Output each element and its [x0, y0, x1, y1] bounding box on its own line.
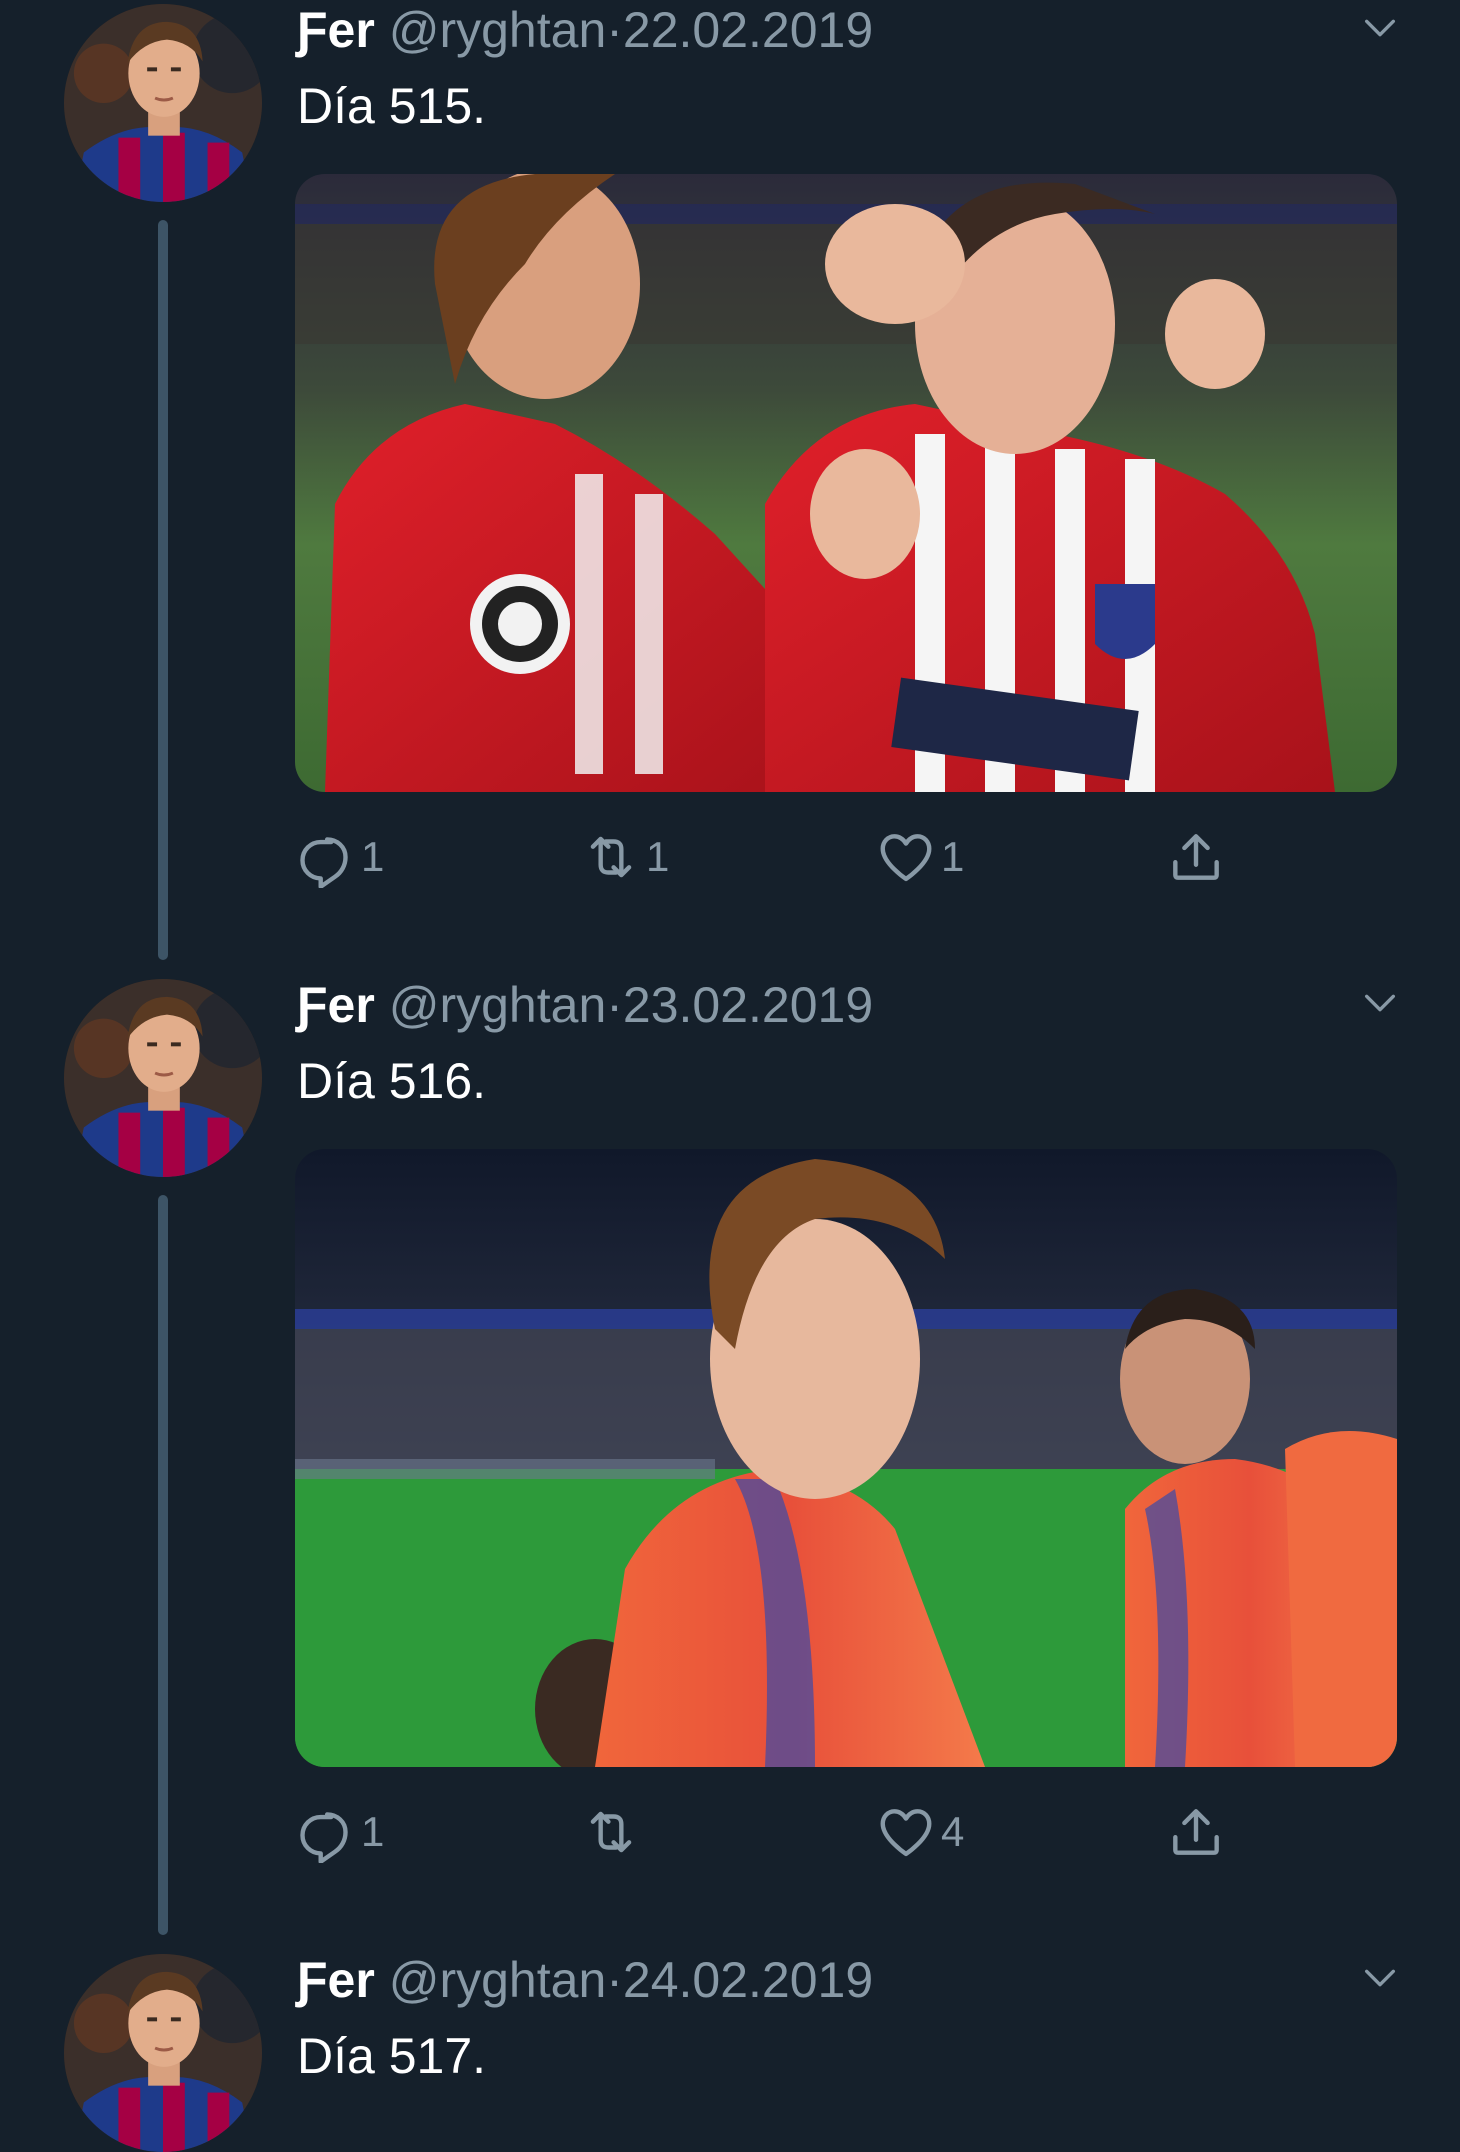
heart-icon: [875, 1801, 937, 1863]
tweet-date[interactable]: 23.02.2019: [623, 977, 873, 1033]
like-count: 1: [941, 833, 965, 880]
user-handle[interactable]: @ryghtan: [389, 1952, 607, 2008]
reply-button[interactable]: 1: [295, 822, 384, 892]
tweet[interactable]: Ƒer @ryghtan·23.02.2019 Día 516. 1 4: [0, 975, 1460, 1950]
thread-line: [158, 220, 168, 960]
user-handle[interactable]: @ryghtan: [389, 2, 607, 58]
separator-dot: ·: [606, 977, 623, 1033]
separator-dot: ·: [606, 1952, 623, 2008]
retweet-button[interactable]: [580, 1797, 646, 1867]
tweet-text: Día 517.: [297, 2028, 487, 2084]
avatar[interactable]: [64, 1954, 262, 2152]
thread-line: [158, 1195, 168, 1935]
chevron-down-icon[interactable]: [1360, 8, 1400, 48]
chevron-down-icon[interactable]: [1360, 983, 1400, 1023]
reply-button[interactable]: 1: [295, 1797, 384, 1867]
retweet-icon: [580, 826, 642, 888]
chevron-down-icon[interactable]: [1360, 1958, 1400, 1998]
like-count: 4: [941, 1808, 965, 1855]
reply-icon: [295, 826, 357, 888]
tweet-header: Ƒer @ryghtan·24.02.2019: [297, 1952, 873, 2008]
tweet[interactable]: Ƒer @ryghtan·24.02.2019 Día 517.: [0, 1950, 1460, 2105]
avatar-image: [64, 979, 262, 1177]
retweet-count: 1: [646, 833, 670, 880]
tweet-text: Día 515.: [297, 78, 487, 134]
reply-icon: [295, 1801, 357, 1863]
media-photo: [295, 1149, 1397, 1767]
reply-count: 1: [361, 1808, 385, 1855]
display-name[interactable]: Ƒer: [297, 977, 375, 1033]
display-name[interactable]: Ƒer: [297, 1952, 375, 2008]
like-button[interactable]: 4: [875, 1797, 964, 1867]
tweet-actions: 1 1 1: [295, 822, 1397, 892]
avatar[interactable]: [64, 4, 262, 202]
retweet-button[interactable]: 1: [580, 822, 669, 892]
avatar-image: [64, 4, 262, 202]
tweet[interactable]: Ƒer @ryghtan·22.02.2019 Día 515. 1 1 1: [0, 0, 1460, 975]
separator-dot: ·: [606, 2, 623, 58]
heart-icon: [875, 826, 937, 888]
share-icon: [1165, 826, 1227, 888]
tweet-text: Día 516.: [297, 1053, 487, 1109]
tweet-actions: 1 4: [295, 1797, 1397, 1867]
tweet-media[interactable]: [295, 174, 1397, 792]
tweet-header: Ƒer @ryghtan·23.02.2019: [297, 977, 873, 1033]
tweet-date[interactable]: 22.02.2019: [623, 2, 873, 58]
like-button[interactable]: 1: [875, 822, 964, 892]
share-button[interactable]: [1165, 1797, 1227, 1867]
media-photo: [295, 174, 1397, 792]
avatar-image: [64, 1954, 262, 2152]
user-handle[interactable]: @ryghtan: [389, 977, 607, 1033]
reply-count: 1: [361, 833, 385, 880]
share-button[interactable]: [1165, 822, 1227, 892]
retweet-icon: [580, 1801, 642, 1863]
tweet-date[interactable]: 24.02.2019: [623, 1952, 873, 2008]
display-name[interactable]: Ƒer: [297, 2, 375, 58]
tweet-media[interactable]: [295, 1149, 1397, 1767]
share-icon: [1165, 1801, 1227, 1863]
tweet-header: Ƒer @ryghtan·22.02.2019: [297, 2, 873, 58]
avatar[interactable]: [64, 979, 262, 1177]
